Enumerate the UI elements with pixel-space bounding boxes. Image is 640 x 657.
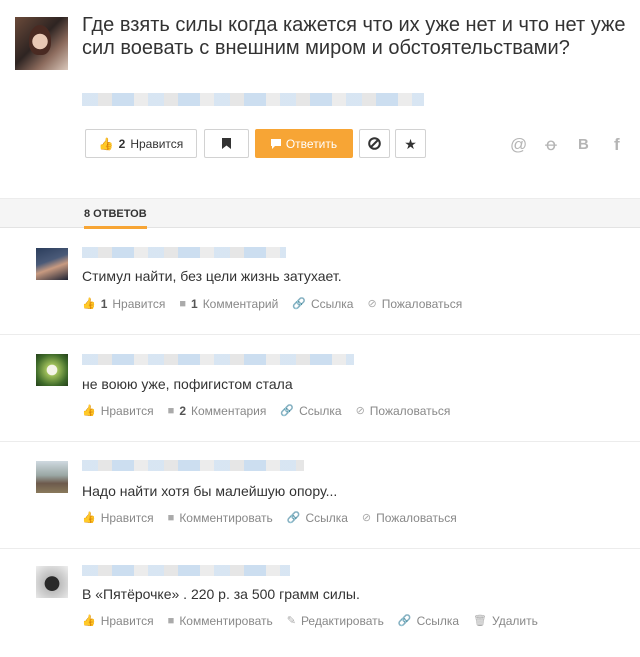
like-label: Нравится [100,404,154,418]
answer-like-button[interactable]: 👍 Нравится [82,404,154,418]
answer-divider [0,334,640,335]
answer-actions: 👍 Нравится ■ Комментировать 🔗 Ссылка ⊘ Пожал… [82,511,457,525]
answer-text: Надо найти хотя бы малейшую опору... [82,483,338,499]
bookmark-icon [222,138,231,149]
like-label: Нравится [100,511,154,525]
answer-link-button[interactable]: 🔗 Ссылка [292,297,353,311]
block-button[interactable] [359,129,390,158]
answer-comment-button[interactable]: ■ Комментировать [168,511,273,525]
answer-author-blurred [82,565,290,576]
answer-edit-button[interactable]: ✎ Редактировать [287,614,384,628]
author-info-blurred [82,93,424,106]
answer-divider [0,441,640,442]
answer-actions: 👍 Нравится ■ 2 Комментария 🔗 Ссылка ⊘ Пожалов… [82,404,450,418]
answer-text: Стимул найти, без цели жизнь затухает. [82,268,342,284]
answer-author-blurred [82,460,304,471]
link-label: Ссылка [310,297,354,311]
answer-comment-button[interactable]: ■ 2 Комментария [168,404,267,418]
answer-report-button[interactable]: ⊘ Пожаловаться [367,297,462,311]
answer-actions: 👍 1 Нравится ■ 1 Комментарий 🔗 Ссылка ⊘ Пожало… [82,297,462,311]
like-button[interactable]: 👍 2 Нравится [85,129,197,158]
vkontakte-icon[interactable]: В [578,136,589,153]
answers-tabs-bar: 8 ОТВЕТОВ [0,198,640,228]
report-label: Пожаловаться [369,404,451,418]
like-count: 2 [118,136,126,151]
answer-like-button[interactable]: 👍 Нравится [82,511,154,525]
bookmark-button[interactable] [204,129,249,158]
answer-avatar[interactable] [36,461,68,493]
answer-avatar[interactable] [36,354,68,386]
question-title: Где взять силы когда кажется что их уже … [82,14,626,59]
answer-link-button[interactable]: 🔗 Ссылка [287,511,348,525]
answer-avatar[interactable] [36,566,68,598]
comment-label: Комментировать [179,614,273,628]
answer-author-blurred [82,354,354,365]
answer-like-button[interactable]: 👍 Нравится [82,614,154,628]
tab-answers[interactable]: 8 ОТВЕТОВ [84,208,147,220]
answer-text: В «Пятёрочке» . 220 р. за 500 грамм силы… [82,586,360,602]
comment-icon: ■ [167,511,175,524]
comment-count: 1 [191,297,198,311]
delete-label: Удалить [492,614,538,628]
like-count: 1 [100,297,108,311]
answer-divider [0,548,640,549]
report-icon: ⊘ [355,404,365,417]
report-icon: ⊘ [361,511,372,524]
answer-author-blurred [82,247,286,258]
block-icon [368,137,381,150]
answer-like-button[interactable]: 👍 1 Нравится [82,297,165,311]
thumbs-up-icon: 👍 [82,614,96,627]
like-label: Нравится [100,614,154,628]
answer-comment-button[interactable]: ■ Комментировать [168,614,273,628]
trash-icon: 🗑 [473,614,488,627]
answer-link-button[interactable]: 🔗 Ссылка [398,614,459,628]
report-icon: ⊘ [367,297,377,310]
answer-label: Ответить [285,136,338,151]
link-icon: 🔗 [280,404,295,417]
comment-label: Комментария [191,404,267,418]
like-label: Нравится [112,297,166,311]
link-icon: 🔗 [397,614,412,627]
thumbs-up-icon: 👍 [82,404,96,417]
comment-icon: ■ [179,297,186,310]
answer-avatar[interactable] [36,248,68,280]
comment-icon: ■ [167,404,175,417]
answer-report-button[interactable]: ⊘ Пожаловаться [362,511,457,525]
comment-icon [270,138,281,149]
link-label: Ссылка [305,511,348,525]
star-icon: ★ [404,135,417,152]
odnoklassniki-icon[interactable]: ꝋ [545,135,557,155]
favorite-button[interactable]: ★ [395,129,426,158]
author-avatar[interactable] [15,17,68,70]
report-label: Пожаловаться [381,297,463,311]
thumbs-up-icon: 👍 [82,297,96,310]
link-label: Ссылка [416,614,460,628]
answer-link-button[interactable]: 🔗 Ссылка [280,404,341,418]
link-icon: 🔗 [286,511,301,524]
report-label: Пожаловаться [376,511,457,525]
thumbs-up-icon: 👍 [82,511,96,524]
comment-icon: ■ [167,614,175,627]
comment-label: Комментировать [179,511,273,525]
thumbs-up-icon: 👍 [98,136,114,151]
link-icon: 🔗 [292,297,306,310]
answer-button[interactable]: Ответить [255,129,353,158]
at-icon[interactable]: @ [510,135,527,155]
comment-count: 2 [179,404,186,418]
answer-comment-button[interactable]: ■ 1 Комментарий [179,297,278,311]
link-label: Ссылка [299,404,342,418]
tab-active-indicator [84,226,147,229]
facebook-icon[interactable]: f [614,135,620,155]
pencil-icon: ✎ [286,614,296,627]
edit-label: Редактировать [300,614,384,628]
answer-delete-button[interactable]: 🗑 Удалить [473,614,538,628]
like-label: Нравится [130,136,184,151]
answer-actions: 👍 Нравится ■ Комментировать ✎ Редактировать… [82,614,538,628]
comment-label: Комментарий [202,297,279,311]
answer-report-button[interactable]: ⊘ Пожаловаться [356,404,451,418]
answer-text: не воюю уже, пофигистом стала [82,376,293,392]
